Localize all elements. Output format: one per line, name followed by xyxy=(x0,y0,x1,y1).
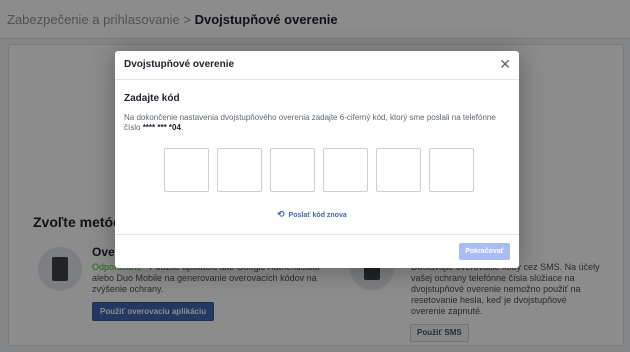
code-digit-input-4[interactable] xyxy=(323,148,368,192)
resend-code-link[interactable]: ⟲ Poslať kód znova xyxy=(277,209,347,220)
modal-footer: Pokračovať xyxy=(115,234,519,269)
modal-header: Dvojstupňové overenie ✕ xyxy=(115,51,519,80)
close-icon[interactable]: ✕ xyxy=(499,56,511,72)
continue-button[interactable]: Pokračovať xyxy=(459,243,510,260)
enter-code-heading: Zadajte kód xyxy=(124,93,180,104)
code-digit-input-3[interactable] xyxy=(270,148,315,192)
refresh-icon: ⟲ xyxy=(277,209,285,219)
code-digit-input-6[interactable] xyxy=(429,148,474,192)
code-digit-input-2[interactable] xyxy=(217,148,262,192)
code-digit-input-5[interactable] xyxy=(376,148,421,192)
phone-number: **** *** *04 xyxy=(142,123,181,132)
enter-code-description: Na dokončenie nastavenia dvojstupňového … xyxy=(124,113,496,132)
modal-title: Dvojstupňové overenie xyxy=(124,59,235,70)
two-factor-modal: Dvojstupňové overenie ✕ Zadajte kód Na d… xyxy=(115,51,519,268)
code-digit-input-1[interactable] xyxy=(164,148,209,192)
